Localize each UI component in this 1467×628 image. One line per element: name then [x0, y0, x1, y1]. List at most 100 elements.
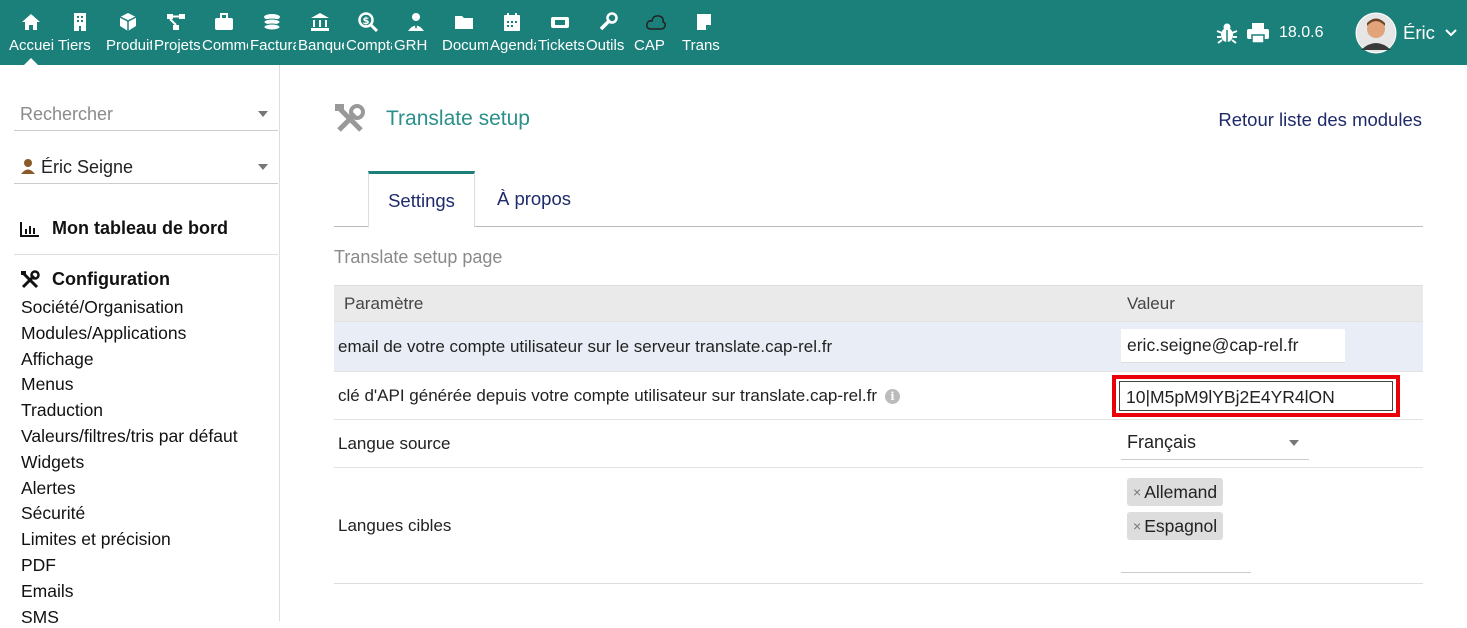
source-language-select[interactable]: Français [1121, 424, 1309, 460]
left-sidebar: Rechercher Éric Seigne Mon tableau de bo… [0, 65, 280, 627]
sidebar-link[interactable]: Société/Organisation [21, 297, 183, 318]
menu-item-documents[interactable]: Documents [440, 0, 488, 65]
cloud-icon [646, 15, 666, 30]
chip-label: Allemand [1144, 482, 1218, 502]
tools-icon [21, 269, 40, 288]
user-icon [21, 159, 35, 174]
menu-item-label: Projets [154, 38, 200, 54]
search-placeholder: Rechercher [20, 104, 114, 124]
sidebar-link[interactable]: Valeurs/filtres/tris par défaut [21, 426, 238, 447]
sidebar-link[interactable]: Sécurité [21, 503, 85, 524]
sidebar-link[interactable]: Widgets [21, 452, 84, 473]
menu-item-trans[interactable]: Trans [680, 0, 728, 65]
sidebar-link[interactable]: Limites et précision [21, 529, 171, 550]
table-row: email de votre compte utilisateur sur le… [334, 321, 1423, 372]
menu-item-cap[interactable]: CAP [632, 0, 680, 65]
configuration-label: Configuration [52, 269, 170, 289]
info-icon[interactable]: i [885, 388, 901, 404]
param-label: Langue source [334, 419, 1117, 468]
menu-item-outils[interactable]: Outils [584, 0, 632, 65]
menu-item-commercial[interactable]: Commercial [200, 0, 248, 65]
table-row: Langues cibles × Allemand × Espagnol [334, 467, 1423, 584]
menu-item-compta[interactable]: $ Compta [344, 0, 392, 65]
chart-icon [20, 221, 39, 237]
sidebar-link[interactable]: Alertes [21, 478, 75, 499]
menu-item-tickets[interactable]: Tickets [536, 0, 584, 65]
main-content: Translate setup Retour liste des modules… [280, 65, 1467, 621]
sidebar-link[interactable]: PDF [21, 555, 56, 576]
user-select-value: Éric Seigne [41, 157, 134, 177]
user-tie-icon [408, 13, 424, 31]
briefcase-icon [215, 13, 233, 30]
column-header-value: Valeur [1117, 285, 1423, 322]
sidebar-link[interactable]: Traduction [21, 400, 103, 421]
caret-down-icon [258, 164, 268, 170]
chevron-down-icon[interactable] [1445, 0, 1457, 65]
avatar[interactable] [1355, 0, 1397, 65]
tabs: Settings À propos [334, 171, 1423, 228]
folder-icon [455, 16, 473, 29]
param-label: Langues cibles [334, 467, 1117, 584]
menu-item-tiers[interactable]: Tiers [56, 0, 104, 65]
tools-icon [335, 104, 365, 132]
menu-item-facturation[interactable]: Facturation [248, 0, 296, 65]
configuration-header[interactable]: Configuration [20, 269, 170, 290]
table-row: Langue source Français [334, 419, 1423, 468]
cube-icon [119, 13, 137, 31]
menu-item-label: Accueil [9, 38, 55, 54]
menu-item-grh[interactable]: GRH [392, 0, 440, 65]
menu-item-banque[interactable]: Banque [296, 0, 344, 65]
menu-item-label: Tiers [58, 38, 91, 54]
email-field[interactable]: eric.seigne@cap-rel.fr [1121, 329, 1345, 363]
language-chip: × Allemand [1127, 478, 1224, 506]
menu-item-label: Commercial [202, 38, 248, 54]
menu-item-label: CAP [634, 38, 665, 54]
menu-item-accueil[interactable]: Accueil [7, 0, 55, 65]
highlight-box: 10|M5pM9lYBj2E4YR4lON [1112, 375, 1400, 417]
source-language-value: Français [1127, 432, 1197, 452]
menu-item-label: GRH [394, 38, 428, 54]
divider [14, 254, 278, 255]
table-row: clé d'API générée depuis votre compte ut… [334, 371, 1423, 420]
caret-down-icon [1289, 440, 1299, 446]
param-label: clé d'API générée depuis votre compte ut… [338, 385, 878, 405]
menu-item-label: Facturation [250, 38, 296, 54]
calendar-icon [504, 13, 520, 31]
dashboard-link[interactable]: Mon tableau de bord [20, 218, 228, 239]
caret-down-icon [258, 111, 268, 117]
sidebar-link[interactable]: Affichage [21, 349, 94, 370]
remove-chip-icon[interactable]: × [1133, 518, 1141, 540]
sidebar-link[interactable]: Modules/Applications [21, 323, 186, 344]
svg-text:$: $ [363, 16, 370, 27]
remove-chip-icon[interactable]: × [1133, 484, 1141, 506]
sidebar-link[interactable]: SMS [21, 607, 59, 628]
bug-icon[interactable] [1215, 0, 1239, 65]
top-menu-bar: AccueilTiers ProduitsProjetsCommercialFac… [0, 0, 1467, 65]
target-languages-select[interactable]: × Allemand × Espagnol [1117, 467, 1423, 584]
menu-item-produits[interactable]: Produits [104, 0, 152, 65]
user-name[interactable]: Éric [1403, 0, 1435, 65]
wrench-icon [599, 12, 618, 31]
user-select[interactable]: Éric Seigne [14, 148, 278, 184]
tab-settings[interactable]: Settings [368, 171, 475, 228]
search-select[interactable]: Rechercher [14, 95, 278, 131]
menu-item-label: Banque [298, 38, 344, 54]
param-label: email de votre compte utilisateur sur le… [334, 321, 1117, 372]
back-to-modules-link[interactable]: Retour liste des modules [1218, 109, 1422, 131]
menu-item-label: Agenda [490, 38, 536, 54]
menu-item-agenda[interactable]: Agenda [488, 0, 536, 65]
menu-item-label: Documents [442, 38, 488, 54]
language-chip: × Espagnol [1127, 512, 1224, 540]
sidebar-link[interactable]: Emails [21, 581, 74, 602]
printer-icon[interactable] [1246, 0, 1270, 65]
sidebar-link[interactable]: Menus [21, 374, 74, 395]
tab-about[interactable]: À propos [482, 171, 586, 227]
dollar-search-icon: $ [358, 12, 378, 32]
chip-label: Espagnol [1144, 516, 1218, 536]
menu-item-label: Trans [682, 38, 720, 54]
building-icon [74, 13, 86, 31]
menu-item-projets[interactable]: Projets [152, 0, 200, 65]
project-icon [167, 14, 185, 30]
api-key-field[interactable]: 10|M5pM9lYBj2E4YR4lON [1119, 381, 1393, 411]
settings-table: Paramètre Valeur email de votre compte u… [334, 285, 1423, 584]
